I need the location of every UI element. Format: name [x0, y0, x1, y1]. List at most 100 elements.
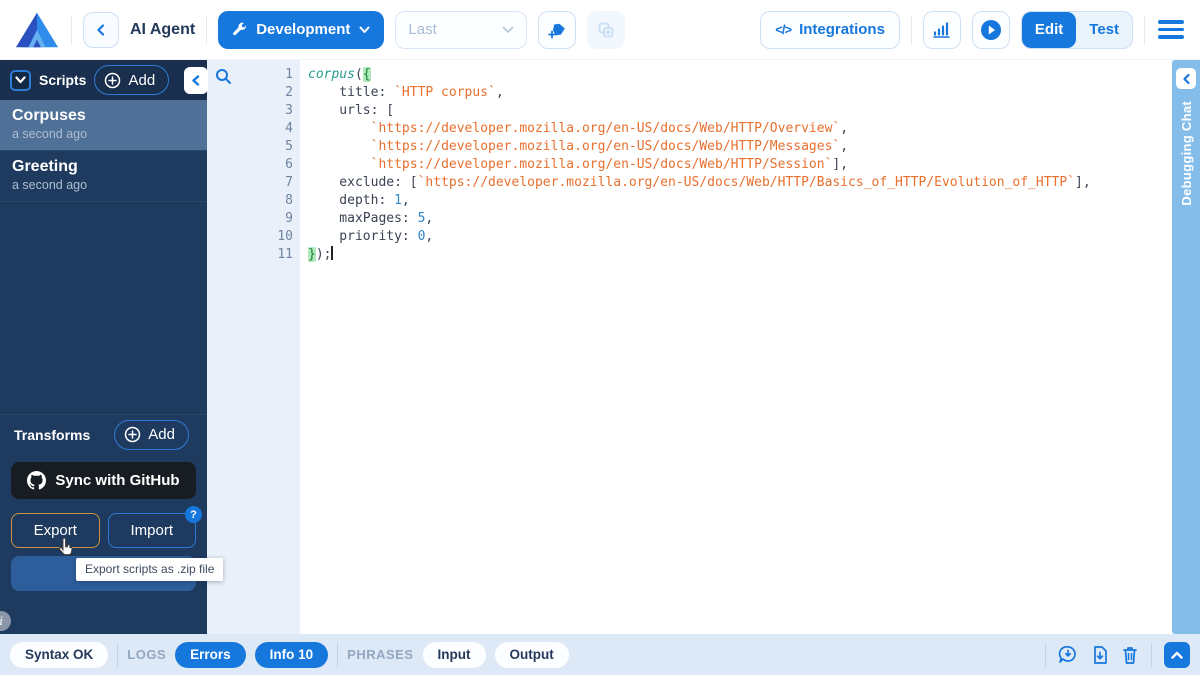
- integrations-label: Integrations: [799, 21, 885, 38]
- add-tag-button[interactable]: [538, 11, 576, 49]
- sidebar-collapse-button[interactable]: [184, 67, 208, 94]
- divider: [911, 15, 912, 45]
- script-name: Corpuses: [12, 107, 195, 125]
- import-button[interactable]: Import ?: [108, 513, 197, 548]
- transforms-header: Transforms Add: [0, 414, 207, 454]
- scripts-header: Scripts Add: [0, 60, 207, 100]
- scripts-collapse-checkbox[interactable]: [10, 70, 31, 91]
- input-pill[interactable]: Input: [423, 642, 486, 668]
- plus-circle-icon: [124, 426, 141, 443]
- script-item-greeting[interactable]: Greeting a second ago: [0, 151, 207, 202]
- import-label: Import: [130, 522, 173, 539]
- output-pill[interactable]: Output: [495, 642, 569, 668]
- mode-toggle: Edit Test: [1021, 11, 1133, 49]
- script-timestamp: a second ago: [12, 178, 195, 192]
- page-title: AI Agent: [130, 21, 195, 39]
- download-file-icon[interactable]: [1091, 645, 1109, 665]
- chevron-left-icon: [191, 75, 201, 86]
- scripts-section-label: Scripts: [39, 72, 86, 88]
- text-cursor: [331, 246, 333, 260]
- code-line: `https://developer.mozilla.org/en-US/doc…: [308, 156, 1166, 174]
- menu-icon[interactable]: [1156, 16, 1186, 43]
- wrench-icon: [232, 22, 247, 37]
- add-transform-label: Add: [148, 426, 175, 443]
- version-select[interactable]: Last: [395, 11, 527, 49]
- logs-label: LOGS: [127, 647, 166, 662]
- tag-plus-icon: [547, 20, 567, 40]
- line-numbers: 1234567891011: [277, 66, 293, 264]
- divider: [71, 15, 72, 45]
- script-timestamp: a second ago: [12, 127, 195, 141]
- help-badge[interactable]: ?: [185, 506, 202, 523]
- add-script-button[interactable]: Add: [94, 65, 169, 95]
- export-import-row: Export Import ?: [11, 513, 196, 548]
- download-chat-icon[interactable]: [1058, 645, 1079, 665]
- integrations-button[interactable]: </> Integrations: [760, 11, 900, 49]
- duplicate-button: [587, 11, 625, 49]
- bar-chart-icon: [932, 20, 951, 39]
- sync-github-button[interactable]: Sync with GitHub: [11, 462, 196, 499]
- run-button[interactable]: [972, 11, 1010, 49]
- code-line: });: [308, 246, 1166, 264]
- divider: [1045, 643, 1046, 667]
- app-logo: [14, 10, 60, 50]
- chevron-down-icon: [502, 26, 514, 34]
- chevron-down-icon: [359, 26, 370, 34]
- environment-label: Development: [256, 21, 350, 38]
- divider: [117, 643, 118, 667]
- code-line: `https://developer.mozilla.org/en-US/doc…: [308, 120, 1166, 138]
- chevron-up-icon: [1171, 651, 1183, 659]
- code-line: corpus({: [308, 66, 1166, 84]
- code-line: `https://developer.mozilla.org/en-US/doc…: [308, 138, 1166, 156]
- collapse-panel-button[interactable]: [1164, 642, 1190, 668]
- add-transform-button[interactable]: Add: [114, 420, 189, 450]
- chevron-left-icon: [95, 24, 107, 36]
- trash-icon[interactable]: [1121, 645, 1139, 665]
- syntax-status-pill[interactable]: Syntax OK: [10, 642, 108, 668]
- code-content[interactable]: corpus({ title: `HTTP corpus`, urls: [ `…: [300, 60, 1166, 634]
- sync-github-label: Sync with GitHub: [55, 472, 179, 489]
- analytics-button[interactable]: [923, 11, 961, 49]
- scripts-sidebar: Scripts Add Corpuses a second ago Greeti…: [0, 60, 207, 634]
- hand-cursor-icon: [56, 536, 76, 559]
- plus-circle-icon: [104, 72, 121, 89]
- script-item-corpuses[interactable]: Corpuses a second ago: [0, 100, 207, 151]
- github-icon: [27, 471, 46, 490]
- code-editor: 1234567891011 corpus({ title: `HTTP corp…: [207, 60, 1166, 634]
- code-icon: </>: [775, 22, 791, 37]
- chevron-down-icon: [15, 76, 26, 84]
- statusbar-icons: [1045, 642, 1190, 668]
- add-script-label: Add: [128, 72, 155, 89]
- divider: [1151, 643, 1152, 667]
- version-select-value: Last: [408, 21, 436, 38]
- environment-button[interactable]: Development: [218, 11, 384, 49]
- debugging-chat-rail[interactable]: Debugging Chat: [1172, 60, 1200, 634]
- debugging-chat-label: Debugging Chat: [1179, 101, 1194, 206]
- divider: [337, 643, 338, 667]
- divider: [1144, 15, 1145, 45]
- info-pill[interactable]: Info 10: [255, 642, 329, 668]
- code-line: priority: 0,: [308, 228, 1166, 246]
- phrases-label: PHRASES: [347, 647, 413, 662]
- sidebar-bottom-group: Transforms Add Sync with GitHub: [0, 414, 207, 634]
- code-line: exclude: [`https://developer.mozilla.org…: [308, 174, 1166, 192]
- code-line: depth: 1,: [308, 192, 1166, 210]
- tab-edit[interactable]: Edit: [1022, 12, 1076, 48]
- editor-gutter: 1234567891011: [207, 60, 300, 634]
- chevron-left-icon: [1182, 74, 1191, 84]
- main-content: Scripts Add Corpuses a second ago Greeti…: [0, 60, 1200, 634]
- tab-test[interactable]: Test: [1076, 12, 1132, 48]
- export-tooltip: Export scripts as .zip file: [76, 558, 223, 581]
- back-button[interactable]: [83, 12, 119, 48]
- play-icon: [979, 18, 1003, 42]
- transforms-section-label: Transforms: [14, 427, 90, 443]
- code-line: title: `HTTP corpus`,: [308, 84, 1166, 102]
- debug-panel-expand-button[interactable]: [1176, 68, 1196, 89]
- copy-plus-icon: [597, 21, 615, 39]
- script-name: Greeting: [12, 158, 195, 176]
- errors-pill[interactable]: Errors: [175, 642, 246, 668]
- sidebar-actions: Sync with GitHub Export Import ?: [0, 454, 207, 634]
- code-line: maxPages: 5,: [308, 210, 1166, 228]
- search-icon[interactable]: [215, 68, 232, 85]
- divider: [206, 15, 207, 45]
